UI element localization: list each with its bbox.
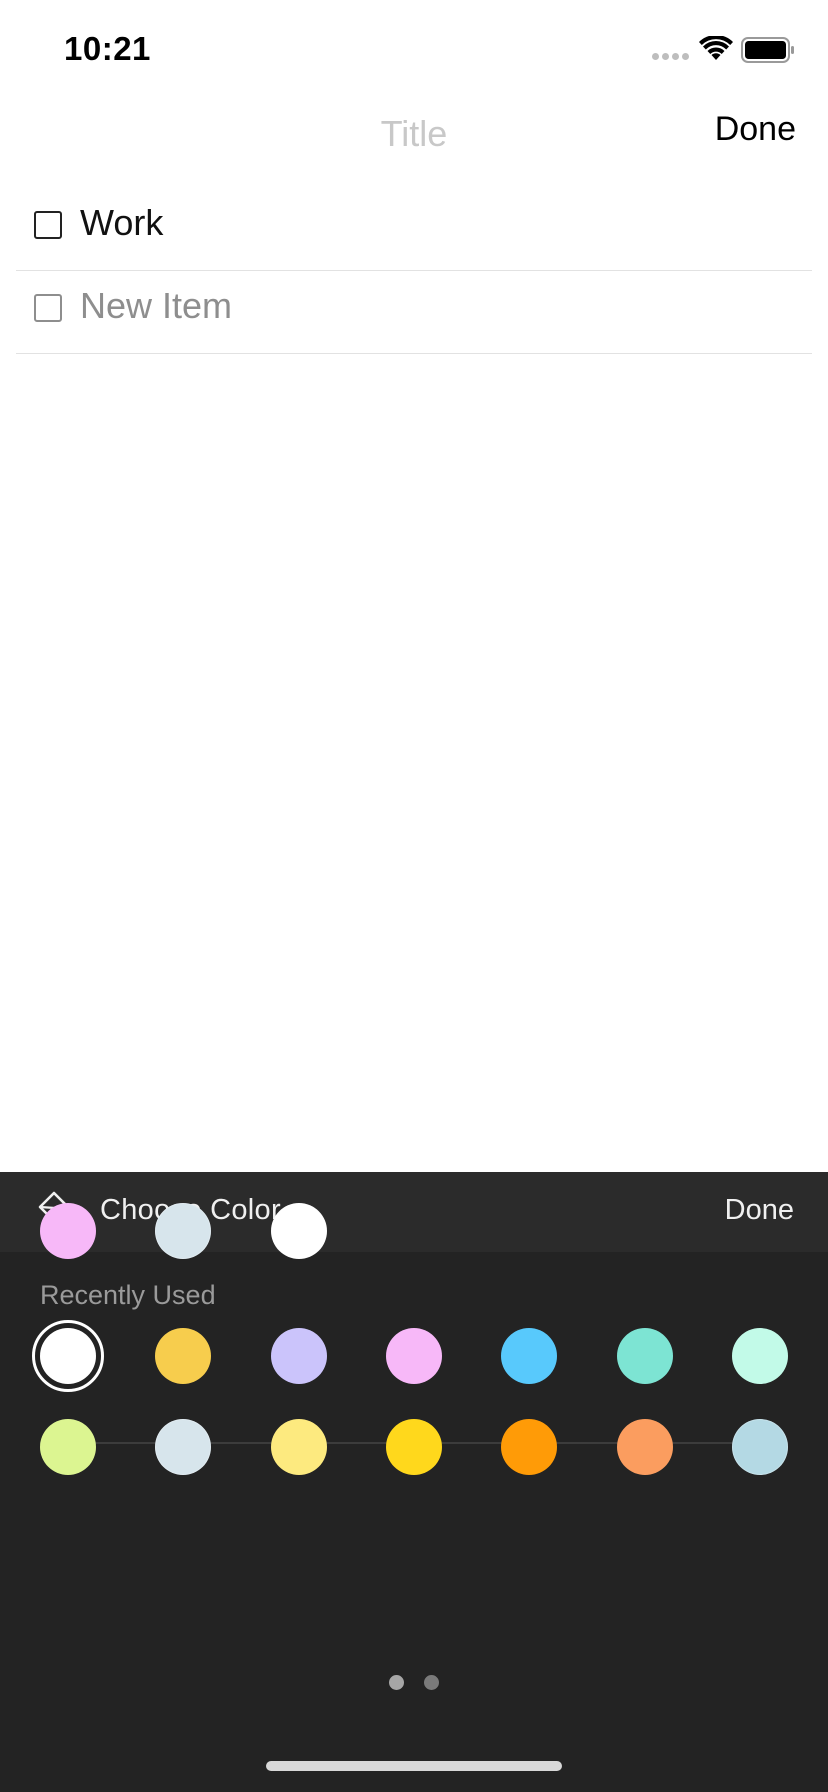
color-swatch[interactable]: [386, 1328, 442, 1384]
color-picker-panel: Choose Color Done Recently Used: [0, 1172, 828, 1792]
color-swatch[interactable]: [155, 1328, 211, 1384]
page-dot[interactable]: [389, 1675, 404, 1690]
new-item-field[interactable]: New Item: [80, 285, 232, 327]
color-swatch[interactable]: [40, 1328, 96, 1384]
color-swatch[interactable]: [386, 1419, 442, 1475]
color-swatch[interactable]: [271, 1419, 327, 1475]
color-done-button[interactable]: Done: [725, 1194, 794, 1227]
status-bar: 10:21: [0, 0, 828, 100]
color-swatch[interactable]: [732, 1419, 788, 1475]
list-item[interactable]: New Item: [16, 271, 812, 354]
home-indicator: [266, 1761, 562, 1771]
done-button[interactable]: Done: [715, 110, 796, 149]
color-swatch[interactable]: [40, 1419, 96, 1475]
title-field[interactable]: Title: [0, 113, 828, 155]
list-item[interactable]: Work: [16, 188, 812, 271]
page-dot[interactable]: [424, 1675, 439, 1690]
recent-color-swatch[interactable]: [155, 1203, 211, 1259]
battery-icon: [741, 37, 794, 63]
color-swatch[interactable]: [271, 1328, 327, 1384]
color-swatch[interactable]: [501, 1328, 557, 1384]
status-time: 10:21: [64, 30, 151, 67]
color-picker-header: Choose Color Done: [0, 1172, 828, 1252]
checkbox[interactable]: [34, 294, 62, 322]
recent-color-swatch[interactable]: [40, 1203, 96, 1259]
wifi-icon: [699, 36, 733, 60]
color-swatch[interactable]: [732, 1328, 788, 1384]
checklist: Work New Item: [16, 188, 812, 354]
color-swatch[interactable]: [617, 1328, 673, 1384]
recently-used-label: Recently Used: [40, 1280, 216, 1310]
list-item-label[interactable]: Work: [80, 202, 163, 244]
recent-color-swatch[interactable]: [271, 1203, 327, 1259]
checkbox[interactable]: [34, 211, 62, 239]
color-swatch[interactable]: [501, 1419, 557, 1475]
color-swatch[interactable]: [617, 1419, 673, 1475]
color-swatch[interactable]: [155, 1419, 211, 1475]
page-indicator[interactable]: [0, 1675, 828, 1690]
signal-dots-icon: [652, 53, 689, 60]
